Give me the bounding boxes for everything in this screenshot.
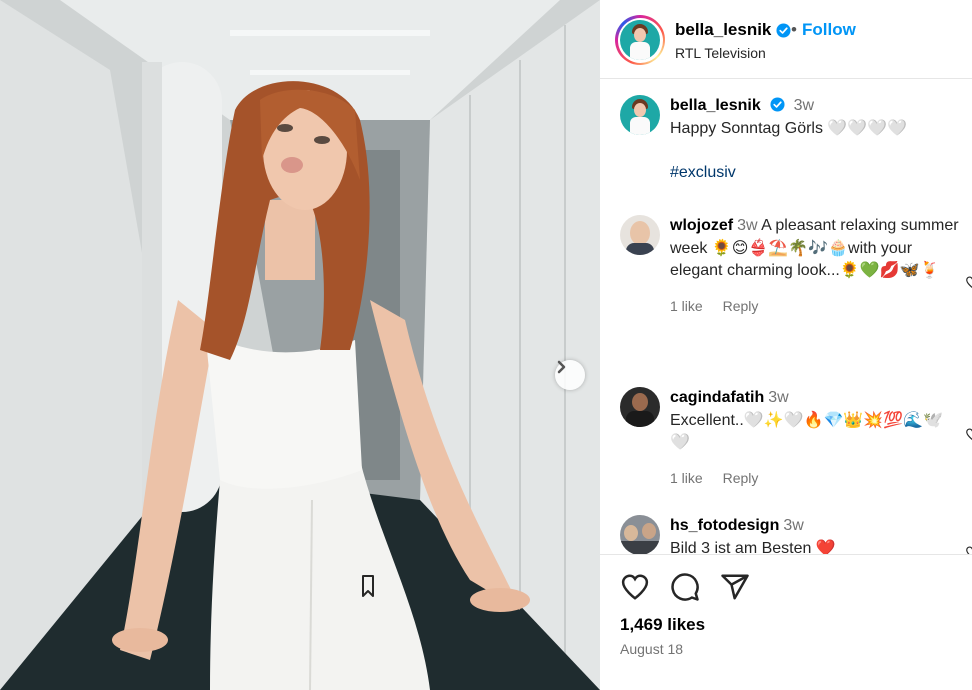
comment-like-count[interactable]: 1 like — [670, 470, 703, 486]
comment-icon[interactable] — [670, 572, 700, 602]
separator-dot: • — [791, 20, 797, 39]
comment-time[interactable]: 3w — [737, 217, 757, 234]
author-username[interactable]: bella_lesnik — [675, 20, 771, 40]
comment-text: Bild 3 ist am Besten ❤️ — [670, 539, 836, 555]
caption-username[interactable]: bella_lesnik — [670, 97, 761, 114]
commenter-avatar[interactable] — [620, 387, 660, 427]
commenter-avatar[interactable] — [620, 215, 660, 255]
comments-list[interactable]: bella_lesnik 3w Happy Sonntag Görls 🤍🤍🤍🤍… — [600, 80, 972, 554]
comment-item: cagindafatih 3w Excellent..🤍✨🤍🔥💎👑💥💯🌊🕊️🤍 1… — [620, 387, 972, 486]
post-side-panel: bella_lesnik • Follow RTL Television bel… — [600, 0, 972, 690]
verified-badge-icon — [770, 97, 785, 112]
comment-username[interactable]: wlojozef — [670, 217, 733, 234]
comment-like-heart-icon[interactable] — [965, 545, 972, 554]
like-count[interactable]: 1,469 likes — [620, 615, 705, 635]
caption-avatar[interactable] — [620, 95, 660, 135]
caption-hashtag[interactable]: #exclusiv — [670, 162, 960, 185]
comment-like-heart-icon[interactable] — [965, 427, 972, 441]
comment-reply-button[interactable]: Reply — [723, 298, 759, 314]
post-photo[interactable] — [0, 0, 600, 690]
comment-username[interactable]: cagindafatih — [670, 389, 764, 406]
post-author[interactable]: bella_lesnik — [675, 20, 791, 40]
comment-like-count[interactable]: 1 like — [670, 298, 703, 314]
comment-item: wlojozef 3w A pleasant relaxing summer we… — [620, 215, 972, 314]
photo-illustration — [0, 0, 600, 690]
next-arrow-icon — [557, 360, 566, 374]
comment-like-heart-icon[interactable] — [965, 275, 972, 289]
post-header: bella_lesnik • Follow RTL Television — [600, 0, 972, 79]
caption-time[interactable]: 3w — [794, 97, 814, 114]
post-actions: 1,469 likes August 18 — [600, 554, 972, 690]
audio-location-label[interactable]: RTL Television — [675, 45, 766, 61]
comment-time[interactable]: 3w — [768, 389, 788, 406]
post-date[interactable]: August 18 — [620, 641, 683, 657]
comment-time[interactable]: 3w — [783, 517, 803, 534]
commenter-avatar[interactable] — [620, 515, 660, 554]
caption-text: Happy Sonntag Görls 🤍🤍🤍🤍 — [670, 119, 908, 137]
comment-text: Excellent..🤍✨🤍🔥💎👑💥💯🌊🕊️🤍 — [670, 411, 944, 452]
next-image-button[interactable] — [555, 360, 585, 390]
comment-item: hs_fotodesign 3w Bild 3 ist am Besten ❤️ — [620, 515, 972, 555]
follow-button[interactable]: Follow — [802, 20, 856, 40]
story-ring[interactable] — [615, 15, 665, 65]
comment-username[interactable]: hs_fotodesign — [670, 517, 779, 534]
verified-badge-icon — [776, 22, 791, 38]
bookmark-icon[interactable] — [362, 575, 374, 597]
like-heart-icon[interactable] — [620, 572, 650, 602]
share-icon[interactable] — [720, 572, 750, 602]
comment-reply-button[interactable]: Reply — [723, 470, 759, 486]
avatar — [620, 20, 660, 60]
